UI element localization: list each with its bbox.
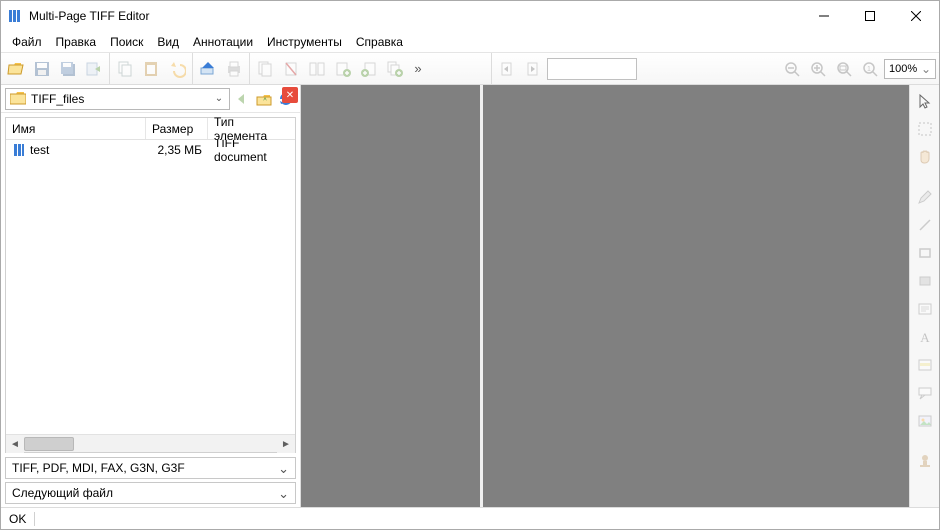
- title-bar: Multi-Page TIFF Editor: [1, 1, 939, 31]
- text-tool-icon[interactable]: A: [913, 325, 937, 349]
- menu-view[interactable]: Вид: [150, 33, 186, 51]
- save-icon[interactable]: [30, 57, 54, 81]
- nav-up-icon[interactable]: [254, 89, 274, 109]
- save-all-icon[interactable]: [56, 57, 80, 81]
- svg-text:1: 1: [867, 66, 871, 73]
- image-tool-icon[interactable]: [913, 409, 937, 433]
- file-icon: [12, 143, 26, 157]
- status-bar: OK: [1, 507, 939, 529]
- file-filter-dropdown[interactable]: TIFF, PDF, MDI, FAX, G3N, G3F ⌄: [5, 457, 296, 479]
- chevron-down-icon: ⌄: [921, 63, 931, 75]
- status-ok: OK: [9, 512, 26, 526]
- zoom-out-icon[interactable]: [780, 57, 804, 81]
- canvas-toolbar: 1 100% ⌄: [491, 53, 939, 85]
- pointer-tool-icon[interactable]: [913, 89, 937, 113]
- thumbnail-pane: [301, 85, 483, 507]
- close-button[interactable]: [893, 1, 939, 31]
- undo-icon[interactable]: [165, 57, 189, 81]
- maximize-button[interactable]: [847, 1, 893, 31]
- page-insert-icon[interactable]: [253, 57, 277, 81]
- page-next-icon[interactable]: [521, 57, 545, 81]
- menu-annotations[interactable]: Аннотации: [186, 33, 260, 51]
- callout-tool-icon[interactable]: [913, 381, 937, 405]
- zoom-value: 100%: [889, 63, 917, 75]
- menu-search[interactable]: Поиск: [103, 33, 150, 51]
- note-tool-icon[interactable]: [913, 297, 937, 321]
- hand-tool-icon[interactable]: [913, 145, 937, 169]
- file-size: 2,35 МБ: [146, 143, 208, 157]
- page-add-icon[interactable]: [331, 57, 355, 81]
- export-icon[interactable]: [82, 57, 106, 81]
- zoom-fit-icon[interactable]: [832, 57, 856, 81]
- file-filter-text: TIFF, PDF, MDI, FAX, G3N, G3F: [12, 461, 185, 475]
- fillrect-tool-icon[interactable]: [913, 269, 937, 293]
- page-split-icon[interactable]: [305, 57, 329, 81]
- copy-icon[interactable]: [113, 57, 137, 81]
- path-bar: TIFF_files ⌄ ✕: [1, 85, 300, 113]
- zoom-select[interactable]: 100% ⌄: [884, 59, 936, 79]
- path-text: TIFF_files: [31, 92, 208, 106]
- page-add-multi-icon[interactable]: [383, 57, 407, 81]
- svg-text:A: A: [920, 330, 930, 345]
- menu-help[interactable]: Справка: [349, 33, 410, 51]
- zoom-actual-icon[interactable]: 1: [858, 57, 882, 81]
- col-type[interactable]: Тип элемента: [208, 118, 295, 139]
- col-size[interactable]: Размер: [146, 118, 208, 139]
- line-tool-icon[interactable]: [913, 213, 937, 237]
- chevron-expand-icon: ⌄: [278, 462, 289, 475]
- scroll-right-icon[interactable]: ►: [277, 435, 295, 453]
- path-dropdown[interactable]: TIFF_files ⌄: [5, 88, 230, 110]
- pencil-tool-icon[interactable]: [913, 185, 937, 209]
- page-add-after-icon[interactable]: [357, 57, 381, 81]
- scan-icon[interactable]: [196, 57, 220, 81]
- page-delete-icon[interactable]: [279, 57, 303, 81]
- toolbar-overflow-icon[interactable]: »: [410, 57, 426, 81]
- canvas-pane: [483, 85, 909, 507]
- zoom-in-icon[interactable]: [806, 57, 830, 81]
- minimize-button[interactable]: [801, 1, 847, 31]
- open-icon[interactable]: [4, 57, 28, 81]
- chevron-expand-icon: ⌄: [278, 487, 289, 500]
- next-file-dropdown[interactable]: Следующий файл ⌄: [5, 482, 296, 504]
- file-name: test: [30, 143, 49, 157]
- paste-icon[interactable]: [139, 57, 163, 81]
- file-type: TIFF document: [208, 140, 295, 164]
- file-browser-panel: TIFF_files ⌄ ✕ Имя Размер Тип элемента: [1, 85, 301, 507]
- panel-close-icon[interactable]: ✕: [282, 87, 298, 103]
- stamp-tool-icon[interactable]: [913, 449, 937, 473]
- page-number-input[interactable]: [547, 58, 637, 80]
- nav-back-icon[interactable]: [232, 89, 252, 109]
- highlight-tool-icon[interactable]: [913, 353, 937, 377]
- page-prev-icon[interactable]: [495, 57, 519, 81]
- next-file-text: Следующий файл: [12, 486, 113, 500]
- horizontal-scrollbar[interactable]: ◄ ►: [6, 434, 295, 452]
- scroll-thumb[interactable]: [24, 437, 74, 451]
- print-icon[interactable]: [222, 57, 246, 81]
- file-row[interactable]: test 2,35 МБ TIFF document: [6, 140, 295, 160]
- folder-icon: [10, 92, 26, 105]
- marquee-tool-icon[interactable]: [913, 117, 937, 141]
- window-title: Multi-Page TIFF Editor: [29, 9, 801, 23]
- menu-bar: Файл Правка Поиск Вид Аннотации Инструме…: [1, 31, 939, 53]
- annotation-toolbar: A: [909, 85, 939, 507]
- file-list-header: Имя Размер Тип элемента: [6, 118, 295, 140]
- app-icon: [7, 8, 23, 24]
- menu-edit[interactable]: Правка: [49, 33, 104, 51]
- file-list: Имя Размер Тип элемента test 2,35 МБ TIF…: [5, 117, 296, 453]
- menu-file[interactable]: Файл: [5, 33, 49, 51]
- menu-tools[interactable]: Инструменты: [260, 33, 349, 51]
- main-toolbar: »: [1, 53, 491, 85]
- col-name[interactable]: Имя: [6, 118, 146, 139]
- chevron-down-icon: ⌄: [213, 93, 225, 104]
- scroll-left-icon[interactable]: ◄: [6, 435, 24, 453]
- rect-tool-icon[interactable]: [913, 241, 937, 265]
